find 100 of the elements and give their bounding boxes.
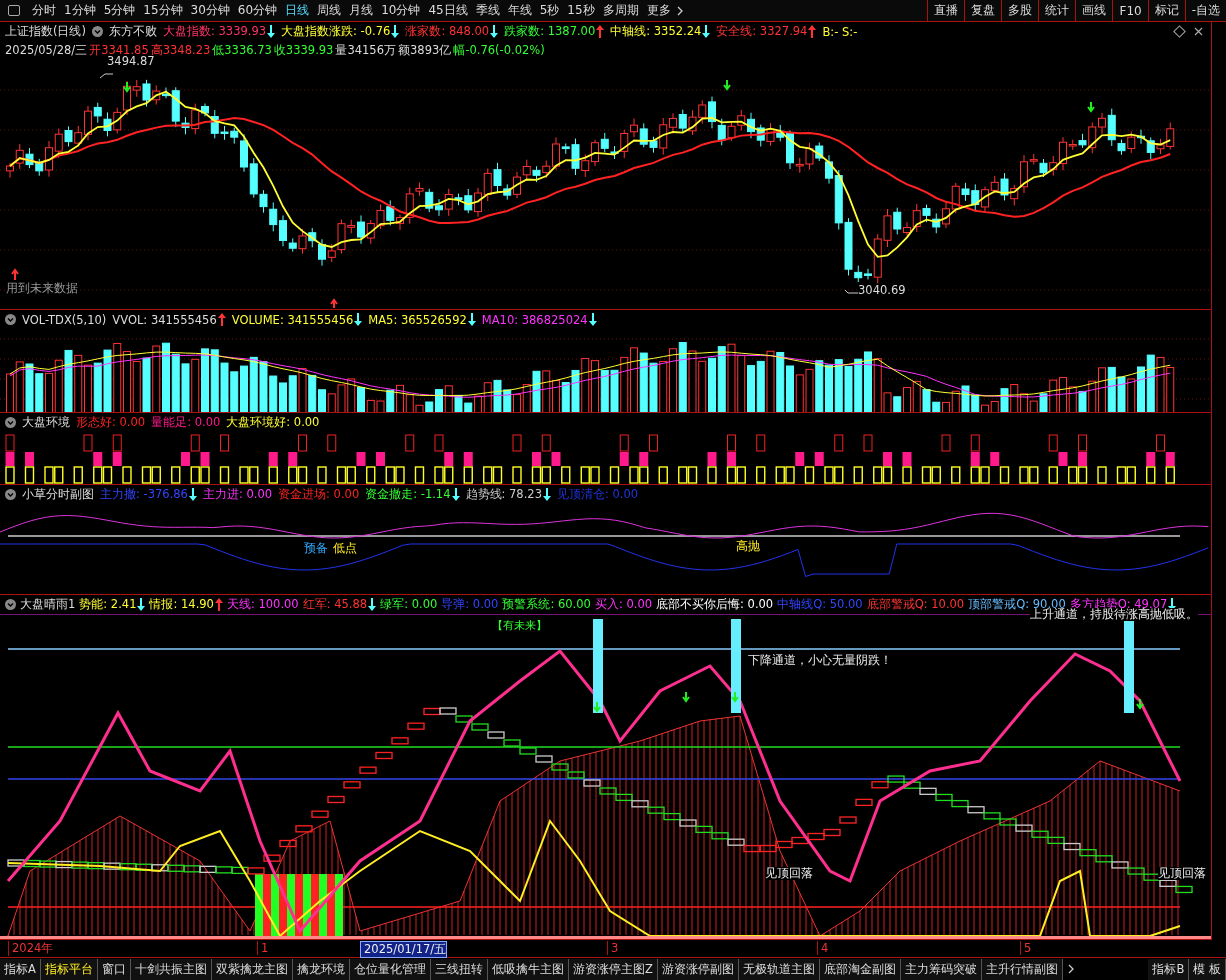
legend-item: 涨家数: 848.00 <box>405 24 499 39</box>
date-label: 2025/01/17/五 <box>360 941 448 958</box>
down-arrow-icon <box>593 701 601 713</box>
indicator-tab[interactable]: 仓位量化管理 <box>349 958 431 980</box>
legend-item: 红军: 45.88 <box>302 597 377 612</box>
indicator-tab[interactable]: 指标平台 <box>40 958 98 980</box>
quote-value: 开3341.85 <box>89 43 149 57</box>
date-label: 3 <box>607 941 619 955</box>
period-tab[interactable]: 月线 <box>345 0 378 21</box>
indicator-tab[interactable]: 主升行情副图 <box>981 958 1063 980</box>
formula-name: 东方不败 <box>109 24 157 39</box>
legend-item: 见顶清仓: 0.00 <box>556 487 639 502</box>
period-tab[interactable]: 15秒 <box>563 0 599 21</box>
down-arrow-icon <box>682 691 690 703</box>
quote-value: 高3348.23 <box>150 43 211 57</box>
close-icon[interactable] <box>1194 27 1203 36</box>
dropdown-icon[interactable] <box>5 314 16 325</box>
quote-value: 量34156万 <box>335 43 396 58</box>
legend-item: 中轴线Q: 50.00 <box>777 597 863 612</box>
indicator-tab[interactable]: 十剑共振主图 <box>130 958 212 980</box>
legend-item: 绿军: 0.00 <box>380 597 438 612</box>
period-tab[interactable]: 1分钟 <box>60 0 100 21</box>
period-tab[interactable]: 15分钟 <box>139 0 187 21</box>
legend-item: 大盘指数: 3339.93 <box>163 24 276 39</box>
down-arrow-icon <box>123 81 131 93</box>
period-tab[interactable]: 季线 <box>471 0 504 21</box>
toolbar-button[interactable]: 统计 <box>1038 0 1076 21</box>
legend-item: 导弹: 0.00 <box>441 597 499 612</box>
legend-item: 大盘指数涨跌: -0.76 <box>281 24 400 39</box>
period-tab[interactable]: 更多 <box>642 0 675 21</box>
dropdown-icon[interactable] <box>92 26 103 37</box>
quote-value: 2025/05/28/三 <box>5 43 88 58</box>
chart-label: 见顶回落 <box>1158 867 1206 881</box>
legend-item: 资金进场: 0.00 <box>278 487 360 502</box>
up-arrow-icon <box>11 268 19 281</box>
period-tab[interactable]: 日线 <box>281 0 314 21</box>
warning-note: 用到未来数据 <box>6 282 78 296</box>
legend-item: 大盘环境好: 0.00 <box>226 415 320 430</box>
indicator-tab[interactable]: 模 板 <box>1189 958 1226 980</box>
chart-title: 上证指数(日线) <box>5 24 86 39</box>
dropdown-icon[interactable] <box>5 489 16 500</box>
legend-item: 底部警戒Q: 10.00 <box>866 597 965 612</box>
period-tab[interactable]: 年线 <box>503 0 536 21</box>
leader-line <box>99 73 114 79</box>
indicator-tab[interactable]: 游资涨停主图Z <box>568 958 658 980</box>
toolbar-button[interactable]: 标记 <box>1147 0 1185 21</box>
toolbar-button[interactable]: 直播 <box>927 0 965 21</box>
legend-item: 势能: 2.41 <box>79 597 146 612</box>
indicator-title: 大盘晴雨1 <box>20 597 76 612</box>
legend-item: 天线: 100.00 <box>226 597 299 612</box>
legend-item: 形态好: 0.00 <box>76 415 146 430</box>
panel-toggle-icon[interactable] <box>8 5 20 16</box>
period-tab[interactable]: 30分钟 <box>186 0 234 21</box>
dropdown-icon[interactable] <box>5 599 16 610</box>
indicator-tab[interactable]: 游资涨停副图 <box>657 958 739 980</box>
indicator-tab[interactable]: 无极轨道主图 <box>738 958 820 980</box>
period-tab[interactable]: 周线 <box>313 0 346 21</box>
chart-label: 预备 <box>304 542 328 556</box>
toolbar-button[interactable]: 画线 <box>1075 0 1113 21</box>
down-arrow-icon <box>1087 101 1095 113</box>
legend-item: B:- S:- <box>822 24 858 39</box>
legend-item: VVOL: 341555456 <box>112 312 226 327</box>
indicator-tab[interactable]: 低吸擒牛主图 <box>487 958 569 980</box>
legend-item: 中轴线: 3352.24 <box>610 24 711 39</box>
date-label: 4 <box>817 941 829 955</box>
indicator-tab[interactable]: 三线扭转 <box>430 958 488 980</box>
dropdown-icon[interactable] <box>5 417 16 428</box>
toolbar-button[interactable]: 复盘 <box>964 0 1002 21</box>
period-tab[interactable]: 分时 <box>28 0 60 21</box>
chart-label: 见顶回落 <box>765 867 813 881</box>
legend-item: 量能足: 0.00 <box>151 415 221 430</box>
period-tab[interactable]: 45日线 <box>424 0 472 21</box>
period-tab[interactable]: 多周期 <box>598 0 643 21</box>
indicator-tab[interactable]: 指标B <box>1148 958 1190 980</box>
indicator-tab[interactable]: 底部淘金副图 <box>819 958 901 980</box>
indicator-tab[interactable]: 双紫擒龙主图 <box>211 958 293 980</box>
indicator-tab[interactable]: 指标A <box>0 958 41 980</box>
legend-item: 主力撤: -376.86 <box>100 487 197 502</box>
quote-value: 幅-0.76(-0.02%) <box>453 43 545 58</box>
down-arrow-icon <box>731 691 739 703</box>
chevron-right-icon[interactable] <box>675 5 684 16</box>
period-tab[interactable]: 5秒 <box>535 0 564 21</box>
toolbar-button[interactable]: 多股 <box>1001 0 1039 21</box>
legend-item: 资金撤走: -1.14 <box>365 487 460 502</box>
indicator-tab[interactable]: 擒龙环境 <box>292 958 350 980</box>
indicator-tab[interactable]: 主力筹码突破 <box>900 958 982 980</box>
toolbar-button[interactable]: -自选 <box>1184 0 1226 21</box>
up-arrow-icon <box>330 298 338 308</box>
legend-item: MA5: 365526592 <box>368 312 476 327</box>
toolbar-button[interactable]: F10 <box>1112 0 1148 21</box>
period-tab[interactable]: 60分钟 <box>233 0 282 21</box>
legend-item: 情报: 14.90 <box>149 597 223 612</box>
legend-item: 安全线: 3327.94 <box>716 24 817 39</box>
leader-line <box>844 289 859 294</box>
indicator-title: VOL-TDX(5,10) <box>22 312 107 327</box>
period-tab[interactable]: 10分钟 <box>377 0 425 21</box>
period-tab[interactable]: 5分钟 <box>99 0 140 21</box>
legend-item: 预警系统: 60.00 <box>502 597 591 612</box>
legend-item: VOLUME: 341555456 <box>231 312 363 327</box>
indicator-tab[interactable]: 窗口 <box>97 958 131 980</box>
